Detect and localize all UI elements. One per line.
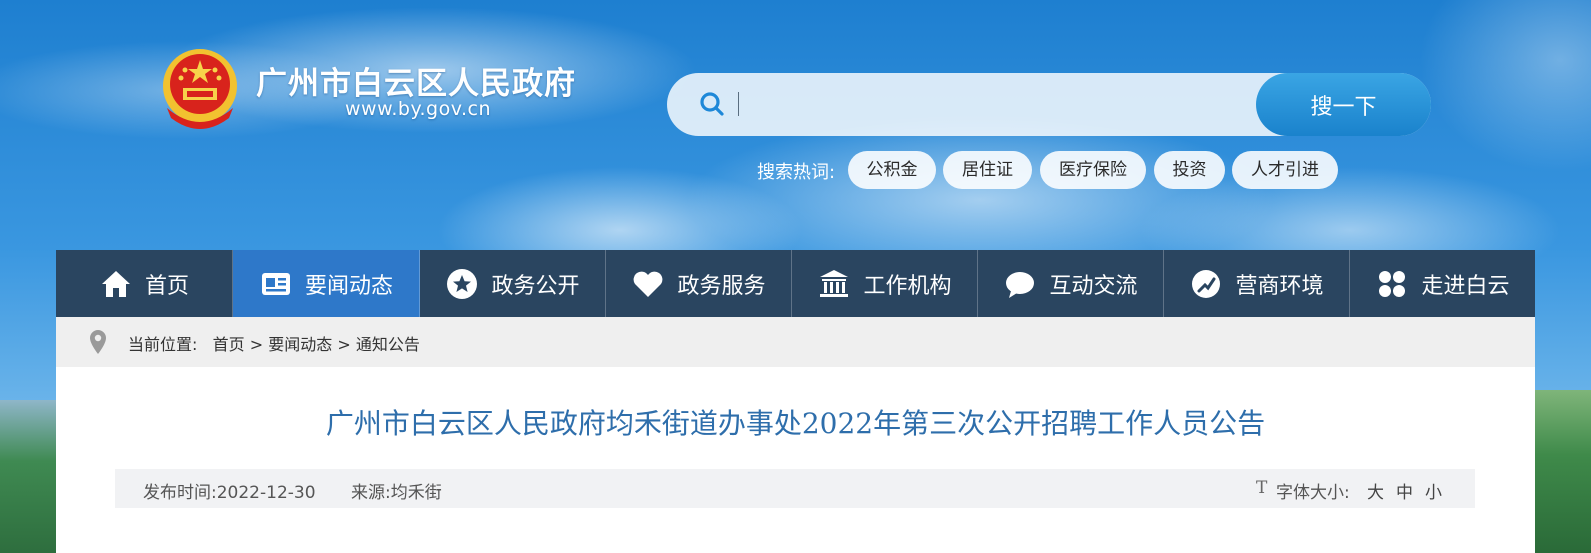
breadcrumb-trail: 当前位置: 首页 > 要闻动态 > 通知公告 [128, 331, 420, 355]
home-icon [99, 267, 133, 301]
star-icon [445, 267, 479, 301]
source-info: 来源:均禾街 [351, 478, 442, 503]
nav-label: 首页 [144, 273, 189, 299]
hot-word-tag[interactable]: 投资 [1154, 151, 1225, 189]
source-label: 来源: [351, 483, 391, 503]
breadcrumb-link-news[interactable]: 要闻动态 [268, 335, 332, 354]
breadcrumb-separator: > [249, 335, 264, 354]
grid-icon [1375, 267, 1409, 301]
font-size-small[interactable]: 小 [1425, 478, 1442, 503]
nav-label: 要闻动态 [304, 273, 393, 299]
search-input[interactable] [745, 82, 1249, 128]
breadcrumb-link-home[interactable]: 首页 [213, 335, 245, 354]
national-emblem-icon[interactable] [161, 48, 239, 132]
site-title: 广州市白云区人民政府 [256, 66, 576, 102]
nav-label: 政务公开 [491, 273, 580, 299]
nav-label: 工作机构 [863, 273, 952, 299]
nav-item-about[interactable]: 走进白云 [1350, 250, 1535, 317]
font-size-label: 字体大小: [1276, 483, 1350, 503]
publish-info: 发布时间:2022-12-30 [143, 478, 316, 503]
nav-item-institutions[interactable]: 工作机构 [792, 250, 978, 317]
publish-label: 发布时间: [143, 483, 217, 503]
heart-icon [631, 267, 665, 301]
publish-date: 2022-12-30 [216, 483, 316, 503]
scenery-right [1534, 390, 1591, 553]
font-size-large[interactable]: 大 [1367, 478, 1384, 503]
nav-item-interaction[interactable]: 互动交流 [978, 250, 1164, 317]
nav-item-news[interactable]: 要闻动态 [233, 250, 420, 317]
hot-word-tag[interactable]: 公积金 [848, 151, 936, 189]
business-icon [1189, 267, 1223, 301]
nav-label: 走进白云 [1421, 273, 1510, 299]
breadcrumb-separator: > [337, 335, 351, 354]
nav-label: 互动交流 [1049, 273, 1138, 299]
source-value: 均禾街 [390, 483, 442, 503]
font-size-icon: T [1256, 478, 1268, 498]
site-domain: www.by.gov.cn [345, 98, 492, 120]
search-caret [738, 92, 739, 116]
location-pin-icon [90, 330, 106, 354]
institution-icon [817, 267, 851, 301]
news-icon [259, 267, 293, 301]
hot-word-tag[interactable]: 医疗保险 [1040, 151, 1146, 189]
font-size-medium[interactable]: 中 [1396, 478, 1413, 503]
article-title: 广州市白云区人民政府均禾街道办事处2022年第三次公开招聘工作人员公告 [325, 407, 1266, 440]
article-meta-bar [115, 469, 1475, 508]
nav-item-business-env[interactable]: 营商环境 [1164, 250, 1350, 317]
breadcrumb-link-notices[interactable]: 通知公告 [356, 335, 420, 354]
nav-label: 政务服务 [677, 273, 766, 299]
hot-word-tag[interactable]: 人才引进 [1232, 151, 1338, 189]
nav-item-gov-services[interactable]: 政务服务 [606, 250, 792, 317]
nav-label: 营商环境 [1235, 273, 1324, 299]
nav-item-gov-affairs[interactable]: 政务公开 [420, 250, 606, 317]
breadcrumb-label: 当前位置: [128, 335, 198, 354]
hot-word-tag[interactable]: 居住证 [943, 151, 1032, 189]
hot-words-label: 搜索热词: [757, 162, 836, 183]
chat-icon [1003, 267, 1037, 301]
search-icon [700, 92, 724, 116]
nav-item-home[interactable]: 首页 [56, 250, 233, 317]
scenery-left [0, 400, 60, 553]
search-button[interactable]: 搜一下 [1256, 73, 1431, 136]
